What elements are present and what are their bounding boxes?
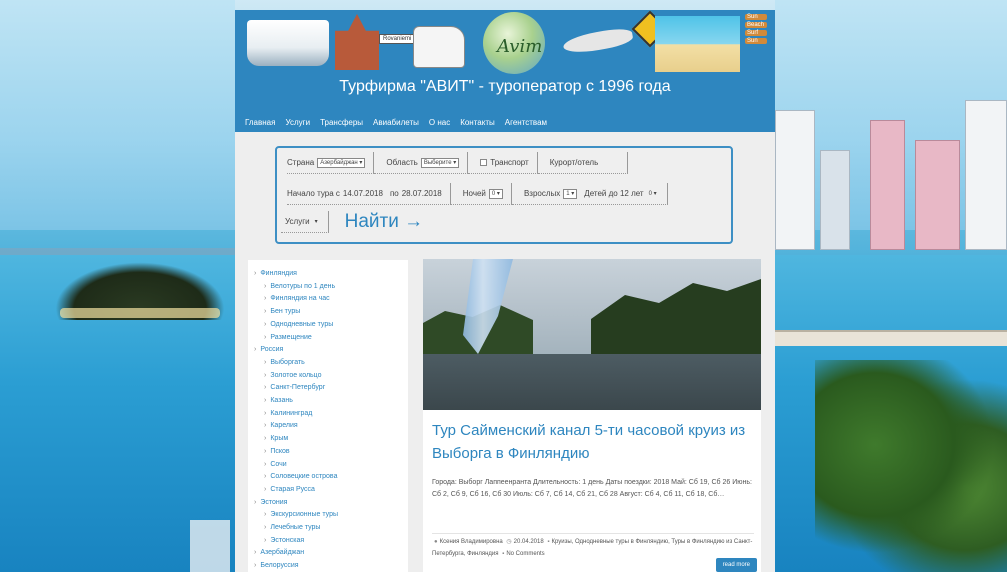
children-label: Детей до 12 лет <box>584 189 644 198</box>
user-icon: ● <box>434 539 438 545</box>
main-nav: Главная Услуги Трансферы Авиабилеты О на… <box>245 118 547 127</box>
nav-item-contacts[interactable]: Контакты <box>460 118 495 127</box>
tour-dates-field: Начало тура с 14.07.2018 по 28.07.2018 <box>287 183 451 205</box>
nights-field: Ночей 0 ▾ <box>450 183 512 205</box>
transport-label: Транспорт <box>490 158 529 167</box>
article-card: Тур Сайменский канал 5-ти часовой круиз … <box>423 259 761 572</box>
adults-select[interactable]: 1 ▾ <box>563 188 578 199</box>
date-from-input[interactable]: 14.07.2018 <box>343 189 383 198</box>
sidebar-subitem[interactable]: Псков <box>254 446 402 459</box>
adults-label: Взрослых <box>523 189 561 198</box>
bridge-image <box>775 330 1007 346</box>
country-field: Страна Азербайджан ▾ <box>287 152 375 174</box>
sidebar-subitem[interactable]: Лечебные туры <box>254 522 402 535</box>
nav-item-home[interactable]: Главная <box>245 118 275 127</box>
site-header: Rovaniemi Avim Sun Beach Surf Sun Турфир… <box>235 10 775 132</box>
sidebar-subitem[interactable]: Соловецкие острова <box>254 471 402 484</box>
sidebar-subitem[interactable]: Крым <box>254 433 402 446</box>
transport-checkbox[interactable] <box>480 159 488 166</box>
sidebar-subitem[interactable]: Сочи <box>254 459 402 472</box>
article-photo[interactable] <box>423 259 761 410</box>
comment-icon: ▪ <box>502 551 505 557</box>
sidebar-subitem[interactable]: Бен туры <box>254 306 402 319</box>
sidebar-subitem[interactable]: Размещение <box>254 332 402 345</box>
banner-sign: Rovaniemi <box>379 34 416 44</box>
nav-item-flights[interactable]: Авиабилеты <box>373 118 419 127</box>
tour-search-form: Страна Азербайджан ▾ Область Выберите ▾ … <box>275 146 733 244</box>
background-left <box>0 0 235 572</box>
sidebar-subitem[interactable]: Казань <box>254 395 402 408</box>
sidebar-subitem[interactable]: Карелия <box>254 420 402 433</box>
folder-icon: ▪ <box>547 539 550 545</box>
dock-image <box>190 520 230 572</box>
sidebar-subitem[interactable]: Экскурсионные туры <box>254 509 402 522</box>
site-title[interactable]: Турфирма "АВИТ" - туроператор с 1996 год… <box>235 78 775 96</box>
region-field: Область Выберите ▾ <box>374 152 469 174</box>
nav-item-transfers[interactable]: Трансферы <box>320 118 363 127</box>
sidebar-subitem[interactable]: Старая Русса <box>254 484 402 497</box>
read-more-button[interactable]: read more <box>715 558 757 572</box>
background-right <box>775 0 1007 572</box>
sidebar-subitem[interactable]: Однодневные туры <box>254 319 402 332</box>
date-to-label: по <box>389 189 399 198</box>
date-to-input[interactable]: 28.07.2018 <box>402 189 442 198</box>
sidebar-subitem[interactable]: Калининград <box>254 408 402 421</box>
minibus-image <box>413 26 465 68</box>
logo-text: Avim <box>497 36 543 57</box>
article-author[interactable]: Ксения Владимировна <box>440 539 503 545</box>
sidebar-item[interactable]: Финляндия <box>254 268 402 281</box>
resort-label[interactable]: Курорт/отель <box>550 158 599 167</box>
services-select[interactable]: ▾ <box>313 217 320 227</box>
article-title[interactable]: Тур Сайменский канал 5-ти часовой круиз … <box>432 419 757 465</box>
country-label: Страна <box>287 158 315 167</box>
sidebar-item[interactable]: Азербайджан <box>254 547 402 560</box>
nav-item-services[interactable]: Услуги <box>285 118 310 127</box>
sidebar-item[interactable]: Белоруссия <box>254 560 402 572</box>
cruise-ship-image <box>247 20 329 66</box>
sidebar-subitem[interactable]: Золотое кольцо <box>254 370 402 383</box>
article-meta: ● Ксения Владимировна ◷ 20.04.2018 ▪ Круизы… <box>432 533 754 560</box>
article-excerpt: Города: Выборг Лаппеенранта Длительность… <box>432 479 752 498</box>
sidebar-item[interactable]: Эстония <box>254 497 402 510</box>
sidebar-subitem[interactable]: Выборгать <box>254 357 402 370</box>
nights-select[interactable]: 0 ▾ <box>488 188 503 199</box>
airplane-image <box>561 26 635 56</box>
transport-field: Транспорт <box>468 152 538 174</box>
find-button[interactable]: Найти → <box>345 211 424 233</box>
sidebar-subitem[interactable]: Велотуры по 1 день <box>254 281 402 294</box>
site-container: Rovaniemi Avim Sun Beach Surf Sun Турфир… <box>235 10 775 572</box>
services-field: Услуги ▾ <box>281 211 329 233</box>
sidebar-subitem[interactable]: Эстонская <box>254 535 402 548</box>
sidebar-subitem[interactable]: Финляндия на час <box>254 293 402 306</box>
beach-signpost: Sun Beach Surf Sun <box>745 12 767 72</box>
region-label: Область <box>386 158 418 167</box>
category-list: ФинляндияВелотуры по 1 деньФинляндия на … <box>254 268 402 572</box>
church-image <box>335 14 379 70</box>
services-label: Услуги <box>285 217 310 226</box>
tour-start-label: Начало тура с <box>287 189 340 198</box>
nights-label: Ночей <box>462 189 486 198</box>
nav-item-agencies[interactable]: Агентствам <box>505 118 547 127</box>
sidebar-item[interactable]: Россия <box>254 344 402 357</box>
country-select[interactable]: Азербайджан ▾ <box>317 157 366 168</box>
header-banner: Rovaniemi Avim Sun Beach Surf Sun <box>245 10 767 74</box>
sidebar-subitem[interactable]: Санкт-Петербург <box>254 382 402 395</box>
travellers-field: Взрослых 1 ▾ Детей до 12 лет 0 ▾ <box>511 183 668 205</box>
children-select[interactable]: 0 ▾ <box>647 189 659 199</box>
clock-icon: ◷ <box>506 539 512 545</box>
nav-item-about[interactable]: О нас <box>429 118 450 127</box>
beach-image <box>655 16 740 72</box>
resort-field: Курорт/отель <box>537 152 629 174</box>
article-date: 20.04.2018 <box>513 539 544 545</box>
region-select[interactable]: Выберите ▾ <box>420 157 460 168</box>
sidebar-categories: ФинляндияВелотуры по 1 деньФинляндия на … <box>248 260 408 572</box>
palm-trees-image <box>815 360 1007 572</box>
article-comments[interactable]: No Comments <box>506 551 544 557</box>
